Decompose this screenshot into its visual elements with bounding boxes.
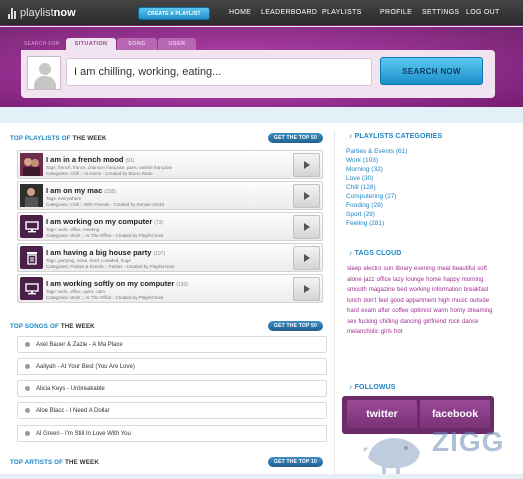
column-divider: [334, 130, 335, 474]
playlist-categories: Categories: Chill :: With Friends - Crea…: [46, 202, 165, 207]
equalizer-icon: [8, 7, 17, 19]
song-row[interactable]: Al Green - I'm Still In Love With You: [17, 425, 327, 442]
playlist-tags: Tags: work, office, quiet, calm: [46, 289, 105, 294]
category-link[interactable]: Love (30): [346, 175, 373, 182]
zigg-watermark: ZIGG: [362, 418, 523, 474]
trash-can-icon: [20, 246, 43, 269]
nav-playlists[interactable]: PLAYLISTS: [322, 9, 362, 16]
playlist-title[interactable]: I am working softly on my computer (130): [46, 279, 188, 288]
playlist-tags: Tags: partying, noise, hard, crowded, hu…: [46, 258, 131, 263]
play-icon: [304, 254, 310, 262]
top-songs-title: TOP SONGS OF THE WEEK: [10, 323, 95, 330]
category-link[interactable]: Work (103): [346, 157, 378, 164]
playlist-row[interactable]: I am in a french mood (91) Tags: french, …: [17, 150, 323, 179]
zigg-watermark-text: ZIGG: [432, 426, 505, 457]
tab-song[interactable]: SONG: [117, 38, 157, 50]
tags-cloud[interactable]: sleep electro sun library evening meal b…: [347, 264, 497, 338]
logo-text-b: now: [53, 7, 76, 19]
nav-profile[interactable]: PROFILE: [380, 9, 412, 16]
playlist-categories: Categories: Work :: At The Office - Crea…: [46, 295, 164, 300]
category-link[interactable]: Sport (29): [346, 211, 375, 218]
song-title: Al Green - I'm Still In Love With You: [36, 430, 131, 437]
playlist-title[interactable]: I am in a french mood (91): [46, 155, 134, 164]
nav-log-out[interactable]: LOG OUT: [466, 9, 500, 16]
create-playlist-button[interactable]: CREATE A PLAYLIST: [138, 7, 210, 20]
tab-situation[interactable]: SITUATION: [66, 38, 116, 50]
category-link[interactable]: Feeling (281): [346, 220, 384, 227]
user-avatar: [27, 56, 61, 90]
get-top-playlists-button[interactable]: GET THE TOP 50: [268, 133, 323, 143]
playlist-tags: Tags: everywhere: [46, 196, 82, 201]
categories-title: ♪ PLAYLISTS CATEGORIES: [349, 133, 443, 140]
playlist-title[interactable]: I am working on my computer (73): [46, 217, 163, 226]
playlist-title[interactable]: I am on my mac (335): [46, 186, 116, 195]
song-row[interactable]: Aaliyah - At Your Best (You Are Love): [17, 358, 327, 375]
category-link[interactable]: Morning (32): [346, 166, 383, 173]
avatar-head-icon: [39, 63, 51, 75]
computer-icon: [20, 215, 43, 238]
play-dot-icon: [25, 431, 30, 436]
play-dot-icon: [25, 386, 30, 391]
category-link[interactable]: Chill (128): [346, 184, 376, 191]
play-button[interactable]: [293, 153, 320, 177]
tags-cloud-title: ♪ TAGS CLOUD: [349, 250, 402, 257]
playlist-row[interactable]: I am on my mac (335) Tags: everywhere Cat…: [17, 181, 323, 210]
play-icon: [304, 192, 310, 200]
play-button[interactable]: [293, 277, 320, 301]
play-icon: [304, 285, 310, 293]
get-top-songs-button[interactable]: GET THE TOP 50: [268, 321, 323, 331]
playlist-categories: Categories: Parties & Events :: Parties …: [46, 264, 175, 269]
song-title: Alicia Keys - Unbreakable: [36, 385, 105, 392]
tab-user[interactable]: USER: [158, 38, 196, 50]
category-link[interactable]: Computering (27): [346, 193, 397, 200]
playlist-row[interactable]: I am having a big house party (107) Tags:…: [17, 243, 323, 272]
music-note-icon: ♪: [349, 250, 353, 257]
playlist-thumbnail: [20, 153, 43, 176]
playlist-thumbnail: [20, 184, 43, 207]
playlist-tags: Tags: work, office, meeting: [46, 227, 100, 232]
playlist-row[interactable]: I am working softly on my computer (130) …: [17, 274, 323, 303]
nav-leaderboard[interactable]: LEADERBOARD: [261, 9, 317, 16]
play-dot-icon: [25, 342, 30, 347]
playlist-tags: Tags: french, france, chanson française,…: [46, 165, 173, 170]
playlist-categories: Categories: Work :: At The Office - Crea…: [46, 233, 164, 238]
app-logo[interactable]: playlist now: [8, 5, 76, 21]
nav-home[interactable]: HOME: [229, 9, 251, 16]
top-playlists-title: TOP PLAYLISTS OF THE WEEK: [10, 135, 107, 142]
song-row[interactable]: Aloe Blacc - I Need A Dollar: [17, 402, 327, 419]
search-input[interactable]: I am chilling, working, eating...: [66, 58, 372, 86]
top-artists-title: TOP ARTISTS OF THE WEEK: [10, 459, 99, 466]
play-button[interactable]: [293, 246, 320, 270]
play-button[interactable]: [293, 215, 320, 239]
song-row[interactable]: Axel Bauer & Zazie - A Ma Place: [17, 336, 327, 353]
logo-text-a: playlist: [20, 7, 54, 19]
playlist-categories: Categories: Chill :: At Home - Created b…: [46, 171, 153, 176]
music-note-icon: ♪: [349, 133, 353, 140]
song-title: Aloe Blacc - I Need A Dollar: [36, 407, 110, 414]
song-title: Aaliyah - At Your Best (You Are Love): [36, 363, 135, 370]
playlist-row[interactable]: I am working on my computer (73) Tags: wo…: [17, 212, 323, 241]
play-dot-icon: [25, 364, 30, 369]
play-icon: [304, 161, 310, 169]
content-top-stripe: [0, 107, 523, 123]
nav-settings[interactable]: SETTINGS: [422, 9, 459, 16]
search-for-label: SEARCH FOR: [24, 41, 60, 47]
search-now-button[interactable]: SEARCH NOW: [380, 57, 483, 85]
play-dot-icon: [25, 408, 30, 413]
music-note-icon: ♪: [349, 384, 353, 391]
computer-icon: [20, 277, 43, 300]
song-title: Axel Bauer & Zazie - A Ma Place: [36, 341, 123, 348]
avatar-body-icon: [34, 76, 56, 89]
song-row[interactable]: Alicia Keys - Unbreakable: [17, 380, 327, 397]
category-link[interactable]: Parties & Events (61): [346, 148, 407, 155]
playlist-title[interactable]: I am having a big house party (107): [46, 248, 165, 257]
get-top-artists-button[interactable]: GET THE TOP 10: [268, 457, 323, 467]
play-button[interactable]: [293, 184, 320, 208]
followus-title: ♪ FOLLOWUS: [349, 384, 396, 391]
category-link[interactable]: Fooding (29): [346, 202, 383, 209]
play-icon: [304, 223, 310, 231]
